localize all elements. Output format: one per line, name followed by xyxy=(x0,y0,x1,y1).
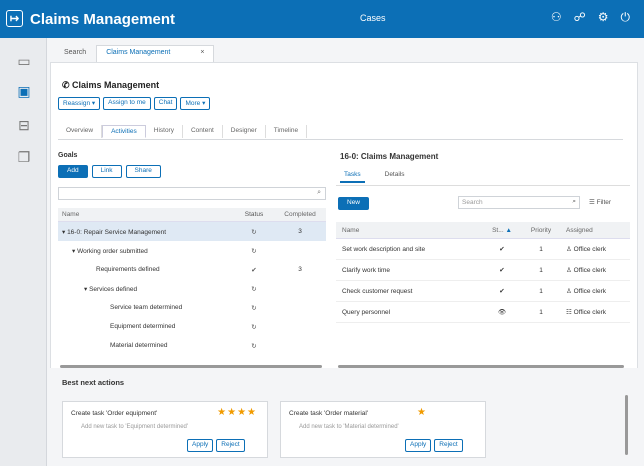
filter-icon: ☰ xyxy=(589,199,597,206)
suggestion-card: Create task 'Order material' ★ Add new t… xyxy=(280,401,486,458)
network-icon[interactable]: ☍ xyxy=(574,10,586,25)
search-icon[interactable]: ⌕ xyxy=(317,189,321,197)
gear-icon[interactable]: ⚙ xyxy=(598,10,609,25)
group-icon: ☷ xyxy=(566,309,574,316)
table-header: Name Status Completed xyxy=(58,208,326,222)
tab-content[interactable]: Content xyxy=(183,125,223,138)
sitemap-icon[interactable]: ⚇ xyxy=(551,10,562,25)
apply-button[interactable]: Apply xyxy=(187,439,214,452)
column-name[interactable]: Name xyxy=(58,211,234,218)
reject-button[interactable]: Reject xyxy=(216,439,245,452)
close-icon[interactable]: × xyxy=(200,49,204,56)
column-name[interactable]: Name xyxy=(336,227,482,234)
tasks-table: Name St... ▲ Priority Assigned Set work … xyxy=(336,222,630,323)
tab-designer[interactable]: Designer xyxy=(223,125,266,138)
cases-link[interactable]: Cases xyxy=(360,13,386,23)
sort-ascending-icon: ▲ xyxy=(505,226,512,234)
more-button[interactable]: More ▾ xyxy=(180,97,211,110)
chat-button[interactable]: Chat xyxy=(153,97,178,110)
card-title: Create task 'Order equipment' xyxy=(71,410,158,417)
user-icon: ♙ xyxy=(566,288,574,295)
tree-row[interactable]: Material determined ↻ xyxy=(58,336,326,355)
power-icon[interactable]: ⏻ xyxy=(621,10,631,25)
tab-tasks[interactable]: Tasks xyxy=(340,171,365,183)
briefcase-icon[interactable]: ▣ xyxy=(13,80,35,102)
card-title: Create task 'Order material' xyxy=(289,410,369,417)
table-header: Name St... ▲ Priority Assigned xyxy=(336,222,630,239)
divider xyxy=(336,185,630,186)
column-assigned[interactable]: Assigned xyxy=(560,227,630,234)
table-row[interactable]: Clarify work time ✔ 1 ♙ Office clerk xyxy=(336,260,630,281)
tab-claims-management[interactable]: Claims Management × xyxy=(96,45,215,62)
tasks-panel-title: 16-0: Claims Management xyxy=(340,152,439,161)
app-title: Claims Management xyxy=(30,11,176,28)
reassign-button[interactable]: Reassign ▾ xyxy=(58,97,101,110)
case-icon: ✆ xyxy=(62,80,73,90)
goals-heading: Goals xyxy=(58,152,78,159)
user-icon: ♙ xyxy=(566,246,574,253)
documents-icon[interactable]: ❐ xyxy=(13,146,35,168)
rating-stars-icon: ★★★★ xyxy=(217,407,257,418)
vertical-scrollbar[interactable] xyxy=(625,395,628,455)
tab-details[interactable]: Details xyxy=(385,171,405,183)
app-header: ↦ Claims Management Cases ⚇ ☍ ⚙ ⏻ xyxy=(0,0,644,38)
column-status[interactable]: Status xyxy=(234,211,274,218)
column-completed[interactable]: Completed xyxy=(274,211,326,218)
new-task-button[interactable]: New xyxy=(338,197,370,210)
search-icon[interactable]: ⌕ xyxy=(572,198,576,206)
tree-row[interactable]: ▾ Services defined ↻ xyxy=(58,279,326,298)
tree-row[interactable]: Requirements defined ✔ 3 xyxy=(58,260,326,279)
tree-row[interactable]: ▾ 16-0: Repair Service Management ↻ 3 xyxy=(58,222,326,241)
table-row[interactable]: Check customer request ✔ 1 ♙ Office cler… xyxy=(336,281,630,302)
hierarchy-icon[interactable]: ⊟ xyxy=(13,114,35,136)
inbox-icon[interactable]: ▭ xyxy=(13,50,35,72)
page-title: ✆ Claims Management xyxy=(62,80,160,90)
user-icon: ♙ xyxy=(566,267,574,274)
app-logo-icon[interactable]: ↦ xyxy=(6,10,23,27)
link-goal-button[interactable]: Link xyxy=(91,165,122,178)
column-status[interactable]: St... ▲ xyxy=(482,227,522,234)
goals-tree: Name Status Completed ▾ 16-0: Repair Ser… xyxy=(58,208,326,355)
tab-search[interactable]: Search xyxy=(54,45,96,62)
table-row[interactable]: Set work description and site ✔ 1 ♙ Offi… xyxy=(336,239,630,260)
add-goal-button[interactable]: Add xyxy=(58,165,88,178)
tree-row[interactable]: ▾ Working order submitted ↻ xyxy=(58,241,326,260)
suggestion-card: Create task 'Order equipment' ★★★★ Add n… xyxy=(62,401,268,458)
goals-search-input[interactable]: ⌕ xyxy=(58,187,326,200)
reject-button[interactable]: Reject xyxy=(434,439,463,452)
tab-timeline[interactable]: Timeline xyxy=(266,125,308,138)
table-row[interactable]: Query personnel 👁 1 ☷ Office clerk xyxy=(336,302,630,323)
tab-label: Claims Management xyxy=(106,49,171,56)
tab-history[interactable]: History xyxy=(146,125,183,138)
card-description: Add new task to 'Material determined' xyxy=(299,424,399,430)
tree-row[interactable]: Equipment determined ↻ xyxy=(58,317,326,336)
task-search-input[interactable]: Search ⌕ xyxy=(458,196,580,209)
column-priority[interactable]: Priority xyxy=(522,227,560,234)
share-goal-button[interactable]: Share xyxy=(125,165,161,178)
rating-star-icon: ★ xyxy=(417,407,427,418)
tab-overview[interactable]: Overview xyxy=(58,125,103,138)
tree-row[interactable]: Service team determined ↻ xyxy=(58,298,326,317)
assign-to-me-button[interactable]: Assign to me xyxy=(103,97,151,110)
left-navigation: ▭ ▣ ⊟ ❐ xyxy=(0,38,47,466)
tab-activities[interactable]: Activities xyxy=(102,125,146,138)
filter-button[interactable]: ☰ Filter xyxy=(589,198,611,206)
divider xyxy=(58,139,623,140)
apply-button[interactable]: Apply xyxy=(405,439,432,452)
card-description: Add new task to 'Equipment determined' xyxy=(81,424,189,430)
best-next-actions-heading: Best next actions xyxy=(62,378,125,387)
